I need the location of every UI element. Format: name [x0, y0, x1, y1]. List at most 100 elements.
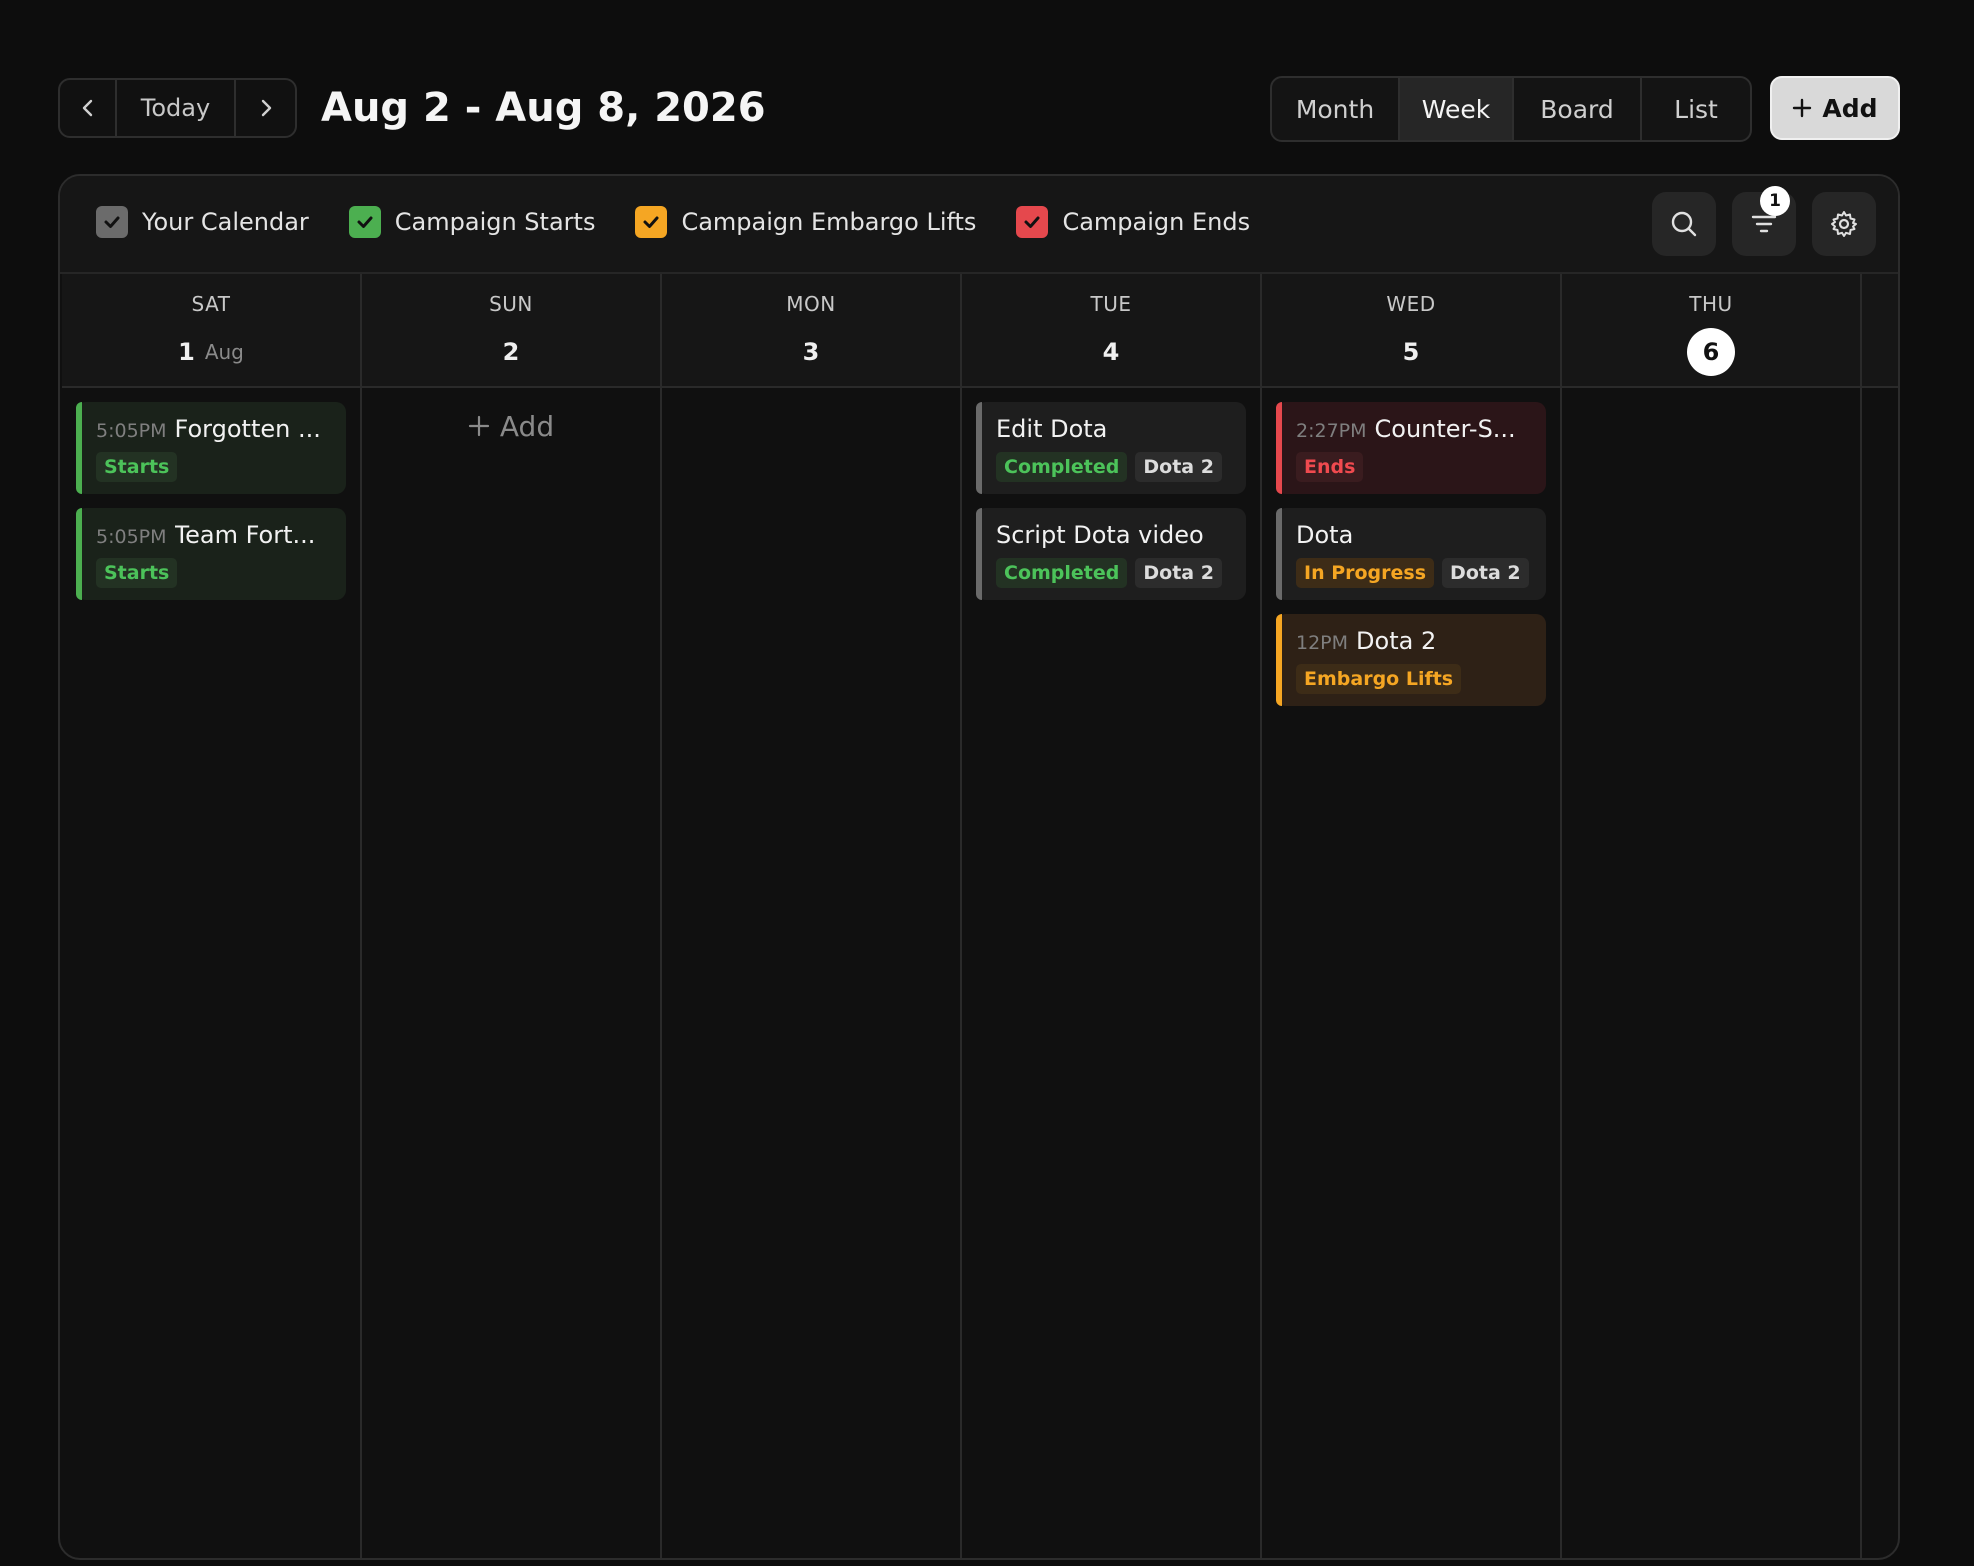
status-badge: Starts — [96, 452, 178, 482]
gear-icon — [1831, 211, 1857, 237]
search-icon — [1671, 211, 1697, 237]
day-column-sun[interactable]: SUN 2 Add — [362, 274, 662, 1558]
day-of-week: SAT — [191, 292, 231, 316]
event-title: Dota 2 — [1356, 627, 1437, 655]
day-column-partial — [1862, 274, 1898, 1558]
event-title-row: 2:27PM Counter-S... — [1296, 412, 1532, 446]
date-row: 3 — [803, 328, 820, 376]
calendar-toggle-your-calendar[interactable]: Your Calendar — [96, 206, 309, 238]
plus-icon — [468, 415, 489, 437]
filter-button[interactable]: 1 — [1732, 186, 1796, 256]
event-title-row: Dota — [1296, 518, 1532, 552]
calendar-label: Your Calendar — [142, 208, 309, 236]
checkbox-your-calendar[interactable] — [96, 206, 128, 238]
calendar-toolbar: Your Calendar Campaign Starts Campaign E… — [60, 176, 1898, 274]
event-card[interactable]: Edit Dota Completed Dota 2 — [976, 402, 1246, 494]
date-number: 2 — [502, 338, 520, 366]
event-card[interactable]: 5:05PM Team Fort... Starts — [76, 508, 346, 600]
event-tags: Starts — [96, 558, 332, 588]
previous-week-button[interactable] — [60, 80, 117, 136]
game-tag: Dota 2 — [1442, 558, 1529, 588]
day-column-sat[interactable]: SAT 1 Aug 5:05PM Forgotten ... Starts 5:… — [62, 274, 362, 1558]
check-icon — [643, 216, 659, 228]
event-tags: Embargo Lifts — [1296, 664, 1532, 694]
today-button[interactable]: Today — [117, 80, 236, 136]
calendar-header: Today Aug 2 - Aug 8, 2026 Month Week Boa… — [58, 76, 1900, 142]
tab-board[interactable]: Board — [1514, 78, 1642, 140]
search-button[interactable] — [1652, 192, 1716, 256]
event-tags: In Progress Dota 2 — [1296, 558, 1532, 588]
event-title: Dota — [1296, 521, 1354, 549]
date-number: 5 — [1402, 338, 1420, 366]
date-number: 3 — [802, 338, 820, 366]
day-column-tue[interactable]: TUE 4 Edit Dota Completed Dota 2 Script … — [962, 274, 1262, 1558]
next-week-button[interactable] — [236, 80, 295, 136]
tab-list[interactable]: List — [1642, 78, 1750, 140]
day-header — [1862, 274, 1898, 388]
event-time: 2:27PM — [1296, 420, 1367, 442]
event-title: Edit Dota — [996, 415, 1108, 443]
date-row: 2 — [503, 328, 520, 376]
day-of-week: THU — [1689, 292, 1733, 316]
calendar-panel: Your Calendar Campaign Starts Campaign E… — [58, 174, 1900, 1560]
calendar-label: Campaign Starts — [394, 208, 596, 236]
plus-icon — [1793, 98, 1812, 118]
day-of-week: TUE — [1090, 292, 1132, 316]
event-tags: Starts — [96, 452, 332, 482]
chevron-right-icon — [261, 99, 271, 117]
status-badge: Completed — [996, 452, 1128, 482]
event-title: Team Fort... — [174, 521, 316, 549]
day-body — [662, 388, 960, 416]
checkbox-campaign-ends[interactable] — [1016, 206, 1049, 238]
day-body: 2:27PM Counter-S... Ends Dota In Progres… — [1262, 388, 1560, 720]
add-event-inline-button[interactable]: Add — [376, 406, 646, 446]
date-row: 6 — [1687, 328, 1735, 376]
event-time: 5:05PM — [96, 526, 167, 548]
week-grid: SAT 1 Aug 5:05PM Forgotten ... Starts 5:… — [62, 274, 1898, 1558]
check-icon — [357, 216, 373, 228]
event-card[interactable]: 12PM Dota 2 Embargo Lifts — [1276, 614, 1546, 706]
calendar-toggle-campaign-embargo-lifts[interactable]: Campaign Embargo Lifts — [635, 206, 976, 238]
day-body: Add — [362, 388, 660, 460]
event-title: Script Dota video — [996, 521, 1204, 549]
event-tags: Completed Dota 2 — [996, 452, 1232, 482]
status-badge: Completed — [996, 558, 1128, 588]
event-card[interactable]: 2:27PM Counter-S... Ends — [1276, 402, 1546, 494]
day-body: Edit Dota Completed Dota 2 Script Dota v… — [962, 388, 1260, 614]
check-icon — [1024, 216, 1040, 228]
event-tags: Completed Dota 2 — [996, 558, 1232, 588]
event-time: 12PM — [1296, 632, 1349, 654]
add-event-button[interactable]: Add — [1770, 76, 1900, 140]
day-body — [1562, 388, 1860, 416]
status-badge: Ends — [1296, 452, 1364, 482]
day-header: SUN 2 — [362, 274, 660, 388]
settings-button[interactable] — [1812, 192, 1876, 256]
event-card[interactable]: Dota In Progress Dota 2 — [1276, 508, 1546, 600]
event-card[interactable]: Script Dota video Completed Dota 2 — [976, 508, 1246, 600]
day-header: SAT 1 Aug — [62, 274, 360, 388]
day-body: 5:05PM Forgotten ... Starts 5:05PM Team … — [62, 388, 360, 614]
day-column-thu[interactable]: THU 6 — [1562, 274, 1862, 1558]
event-title-row: Script Dota video — [996, 518, 1232, 552]
tab-month[interactable]: Month — [1272, 78, 1400, 140]
day-column-mon[interactable]: MON 3 — [662, 274, 962, 1558]
filter-count-badge: 1 — [1760, 186, 1790, 216]
event-card[interactable]: 5:05PM Forgotten ... Starts — [76, 402, 346, 494]
day-column-wed[interactable]: WED 5 2:27PM Counter-S... Ends Dota In P… — [1262, 274, 1562, 1558]
checkbox-campaign-embargo-lifts[interactable] — [635, 206, 668, 238]
calendar-label: Campaign Embargo Lifts — [681, 208, 977, 236]
event-title: Forgotten ... — [174, 415, 321, 443]
event-title-row: Edit Dota — [996, 412, 1232, 446]
day-header: WED 5 — [1262, 274, 1560, 388]
date-number: 4 — [1102, 338, 1120, 366]
status-badge: Embargo Lifts — [1296, 664, 1462, 694]
calendar-filters: Your Calendar Campaign Starts Campaign E… — [96, 206, 1250, 238]
calendar-toggle-campaign-ends[interactable]: Campaign Ends — [1016, 206, 1250, 238]
calendar-toggle-campaign-starts[interactable]: Campaign Starts — [348, 206, 596, 238]
today-date-indicator: 6 — [1687, 328, 1735, 376]
event-title-row: 5:05PM Forgotten ... — [96, 412, 332, 446]
checkbox-campaign-starts[interactable] — [348, 206, 381, 238]
day-header: MON 3 — [662, 274, 960, 388]
tab-week[interactable]: Week — [1400, 78, 1514, 140]
day-of-week: MON — [786, 292, 836, 316]
